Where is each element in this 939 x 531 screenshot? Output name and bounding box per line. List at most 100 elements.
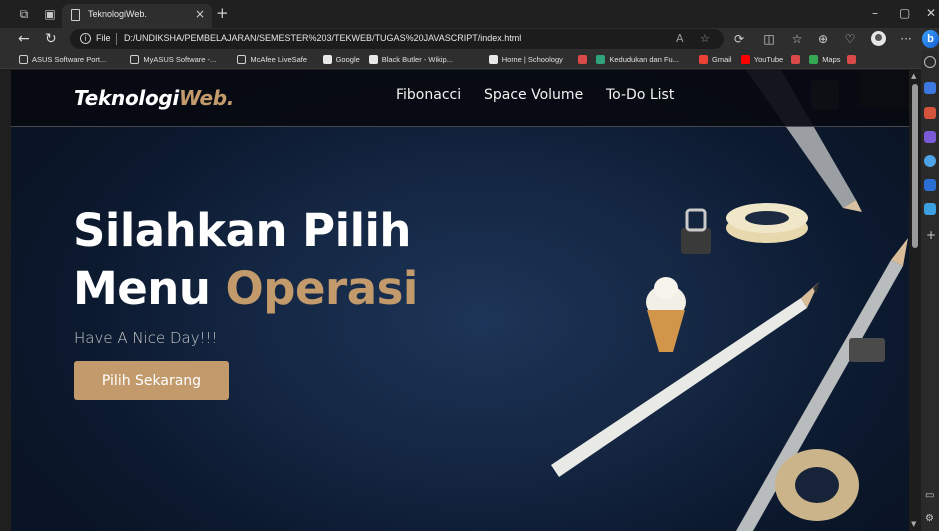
browser-essentials-icon[interactable]: ♡ [842, 31, 858, 47]
bookmark-label: Maps [822, 55, 841, 64]
url-scheme: File [96, 33, 111, 43]
red-bookmark-icon [578, 55, 588, 64]
favorite-star-icon[interactable]: ☆ [700, 32, 710, 46]
outlook-icon[interactable] [924, 179, 936, 191]
bookmark-item[interactable]: YouTube [740, 53, 784, 66]
gmail-icon [699, 55, 708, 64]
edge-sidebar: + ▭ ⚙ [921, 50, 939, 531]
bookmarks-bar: ASUS Software Port... MyASUS Software -..… [0, 50, 939, 69]
tab-actions-icon[interactable]: ▣ [42, 6, 58, 22]
collections-icon[interactable]: ⊕ [815, 31, 831, 47]
logo-accent-text: Web. [178, 86, 235, 110]
youtube-icon [740, 55, 750, 64]
bookmark-item[interactable]: ASUS Software Port... [19, 53, 106, 66]
bookmark-item[interactable]: Google [322, 53, 360, 66]
pencil-white-icon [551, 282, 819, 477]
close-icon[interactable]: × [195, 7, 205, 21]
maps-icon [809, 55, 819, 64]
extension-icon[interactable]: ⟳ [731, 31, 747, 47]
scroll-thumb[interactable] [912, 84, 918, 248]
tools-icon[interactable] [924, 107, 936, 119]
shopping-tag-icon[interactable] [924, 82, 936, 94]
settings-gear-icon[interactable]: ⚙ [925, 513, 934, 524]
red-bookmark-icon [846, 55, 856, 64]
clip-right-icon [849, 338, 885, 362]
bookmark-label: MyASUS Software -... [143, 55, 217, 64]
workspaces-icon[interactable]: ⧉ [16, 6, 32, 22]
split-screen-icon[interactable]: ◫ [761, 31, 777, 47]
address-toolbar: ← ↻ i File D:/UNDIKSHA/PEMBELAJARAN/SEME… [0, 28, 939, 50]
games-icon[interactable] [924, 131, 936, 143]
close-window-icon[interactable]: ✕ [926, 5, 936, 21]
nav-link-todo-list[interactable]: To-Do List [606, 87, 674, 103]
refresh-icon[interactable]: ↻ [45, 30, 57, 48]
minimize-icon[interactable]: – [872, 5, 878, 21]
nav-link-fibonacci[interactable]: Fibonacci [396, 87, 461, 103]
new-tab-icon[interactable]: + [216, 5, 229, 21]
bookmark-label: Black Butler - Wikip... [381, 55, 453, 64]
page-icon [130, 55, 140, 64]
bookmark-item[interactable]: Kedudukan dan Fu... [596, 53, 679, 66]
page-icon [237, 55, 247, 64]
bookmark-label: YouTube [753, 55, 784, 64]
washi-tape-icon [726, 203, 808, 243]
green-bookmark-icon [596, 55, 606, 64]
hero-title-line2: Menu [73, 262, 226, 315]
search-icon[interactable] [924, 56, 936, 68]
address-bar[interactable]: i File D:/UNDIKSHA/PEMBELAJARAN/SEMESTER… [70, 29, 724, 49]
logo-text: Teknologi [74, 86, 179, 110]
bookmark-label: Home | Schoology [501, 55, 563, 64]
info-icon[interactable]: i [80, 33, 91, 44]
back-icon[interactable]: ← [18, 30, 30, 48]
more-menu-icon[interactable]: ··· [898, 31, 914, 47]
hero-title: Silahkan Pilih Menu Operasi [73, 202, 493, 318]
scroll-down-icon[interactable]: ▼ [911, 520, 916, 528]
ice-cream-eraser-icon [646, 277, 686, 352]
sidebar-toggle-icon[interactable]: ▭ [925, 490, 934, 501]
tab-strip: ⧉ ▣ TeknologiWeb. × + – ▢ ✕ [0, 0, 939, 28]
bookmark-item[interactable]: Home | Schoology [488, 53, 563, 66]
bookmark-item[interactable] [846, 53, 856, 66]
bookmark-item[interactable]: Maps [809, 53, 841, 66]
tab-title: TeknologiWeb. [88, 9, 147, 19]
page-scrollbar[interactable]: ▲ ▼ [909, 70, 921, 531]
webpage-viewport: TeknologiWeb. Fibonacci Space Volume To-… [11, 70, 909, 531]
binder-clip-icon [681, 208, 711, 254]
wikipedia-icon [368, 55, 378, 64]
bookmark-label: Gmail [712, 55, 732, 64]
red-bookmark-icon [791, 55, 801, 64]
bookmark-item[interactable]: Gmail [699, 53, 732, 66]
tape-bottom-icon [775, 449, 859, 521]
favorites-icon[interactable]: ☆ [789, 31, 805, 47]
bookmark-item[interactable] [791, 53, 801, 66]
scroll-up-icon[interactable]: ▲ [911, 72, 916, 80]
bookmark-label: Kedudukan dan Fu... [609, 55, 679, 64]
bookmark-item[interactable]: MyASUS Software -... [130, 53, 216, 66]
microsoft-365-icon[interactable] [924, 155, 936, 167]
bookmark-item[interactable]: Black Butler - Wikip... [368, 53, 453, 66]
read-aloud-icon[interactable]: A [676, 32, 684, 46]
google-icon [322, 55, 332, 64]
site-navbar: TeknologiWeb. Fibonacci Space Volume To-… [11, 70, 909, 127]
bookmark-item[interactable]: McAfee LiveSafe [237, 53, 307, 66]
url-text[interactable]: D:/UNDIKSHA/PEMBELAJARAN/SEMESTER%203/TE… [124, 33, 521, 43]
page-icon [19, 55, 28, 64]
bookmark-label: McAfee LiveSafe [250, 55, 308, 64]
site-logo[interactable]: TeknologiWeb. [74, 86, 234, 110]
schoology-icon [488, 55, 498, 64]
tab-active[interactable]: TeknologiWeb. × [62, 4, 212, 28]
page-icon [71, 9, 80, 21]
pilih-sekarang-button[interactable]: Pilih Sekarang [74, 361, 229, 400]
bing-copilot-icon[interactable]: b [922, 30, 939, 48]
add-icon[interactable]: + [926, 228, 936, 242]
hero-subtitle: Have A Nice Day!!! [74, 329, 218, 347]
bookmark-label: Google [335, 55, 360, 64]
profile-avatar-icon[interactable] [871, 31, 886, 46]
bookmark-label: ASUS Software Port... [32, 55, 107, 64]
drop-icon[interactable] [924, 203, 936, 215]
restore-icon[interactable]: ▢ [899, 5, 910, 21]
hero-title-accent: Operasi [225, 262, 419, 315]
bookmark-item[interactable] [578, 53, 588, 66]
nav-link-space-volume[interactable]: Space Volume [484, 87, 583, 103]
hero-title-line1: Silahkan Pilih [73, 204, 411, 257]
